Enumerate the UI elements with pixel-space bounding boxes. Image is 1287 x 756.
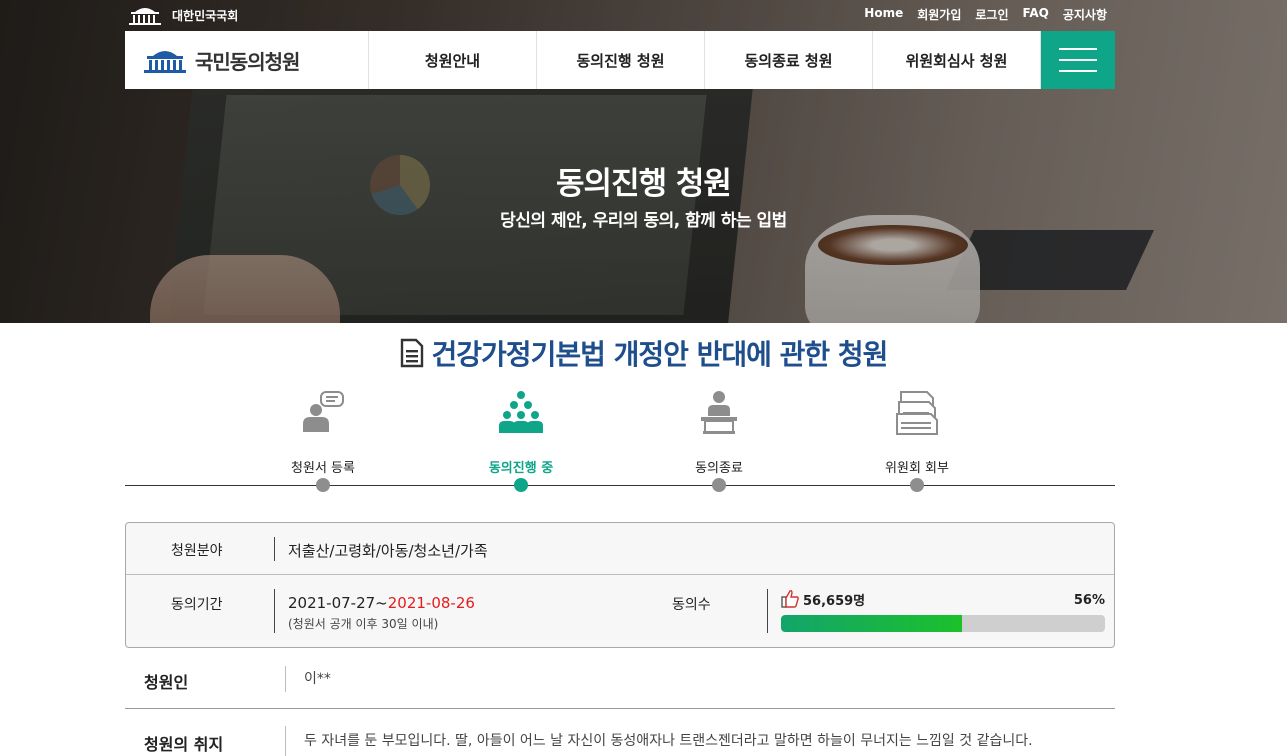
nav-item-closed[interactable]: 동의종료 청원 (705, 31, 873, 89)
assembly-logo[interactable]: 대한민국국회 (127, 4, 238, 26)
document-stack-icon (896, 391, 938, 435)
step-label: 청원서 등록 (291, 461, 355, 476)
petitioner-value: 이** (304, 671, 331, 687)
step-label: 동의진행 중 (488, 461, 554, 476)
period-note: (청원서 공개 이후 30일 이내) (288, 617, 439, 631)
step-dot (316, 478, 330, 492)
agree-count: 56,659명 (781, 589, 865, 609)
divider (767, 589, 768, 633)
speaker-bubble-icon (303, 391, 344, 432)
agree-progress-fill (781, 615, 963, 632)
divider (285, 666, 286, 692)
agree-label: 동의수 (672, 597, 711, 613)
agree-progress-bar (781, 615, 1105, 632)
info-row-period: 동의기간 2021-07-27~2021-08-26 (청원서 공개 이후 30… (126, 575, 1114, 647)
assembly-building-icon (129, 8, 161, 25)
step-register: 청원서 등록 (243, 388, 403, 492)
purpose-value: 두 자녀를 둔 부모입니다. 딸, 아들이 어느 날 자신이 동성애자나 트랜스… (304, 733, 1033, 749)
util-link-faq[interactable]: FAQ (1023, 6, 1049, 23)
hamburger-line (1059, 70, 1097, 72)
period-start: 2021-07-27~ (288, 594, 388, 612)
util-link-signup[interactable]: 회원가입 (917, 6, 961, 23)
step-label: 동의종료 (695, 461, 743, 476)
steps-line (125, 485, 1115, 486)
hero-title: 동의진행 청원 (556, 166, 732, 202)
period-value: 2021-07-27~2021-08-26 (288, 594, 475, 612)
step-dot (514, 478, 528, 492)
info-row-field: 청원분야 저출산/고령화/아동/청소년/가족 (126, 523, 1114, 575)
assembly-name: 대한민국국회 (172, 8, 239, 23)
agree-count-value: 56,659명 (803, 593, 866, 609)
hamburger-line (1059, 48, 1097, 50)
divider (274, 537, 275, 561)
purpose-label: 청원의 취지 (144, 735, 224, 754)
nav-item-ongoing[interactable]: 동의진행 청원 (537, 31, 705, 89)
period-label: 동의기간 (171, 597, 223, 613)
brand-logo[interactable]: 국민동의청원 (125, 31, 369, 89)
divider (285, 726, 286, 756)
purpose-row: 청원의 취지 두 자녀를 둔 부모입니다. 딸, 아들이 어느 날 자신이 동성… (125, 710, 1115, 756)
nav-item-guide[interactable]: 청원안내 (369, 31, 537, 89)
step-dot (712, 478, 726, 492)
period-end: 2021-08-26 (387, 594, 475, 612)
progress-steps: 청원서 등록 동의진행 중 동의종료 위원회 회부 (125, 388, 1115, 498)
crowd-icon (499, 391, 543, 433)
step-ongoing: 동의진행 중 (441, 388, 601, 492)
nav-item-committee[interactable]: 위원회심사 청원 (873, 31, 1041, 89)
field-value: 저출산/고령화/아동/청소년/가족 (288, 542, 488, 560)
hamburger-line (1059, 59, 1097, 61)
petition-heading: 건강가정기본법 개정안 반대에 관한 청원 (0, 333, 1287, 373)
util-link-notice[interactable]: 공지사항 (1063, 6, 1107, 23)
main-nav: 국민동의청원 청원안내 동의진행 청원 동의종료 청원 위원회심사 청원 (125, 31, 1115, 89)
document-icon (400, 338, 423, 368)
petitioner-label: 청원인 (144, 673, 189, 692)
brand-name: 국민동의청원 (195, 49, 300, 74)
step-closed: 동의종료 (639, 388, 799, 492)
podium-person-icon (701, 391, 737, 434)
util-links: Home 회원가입 로그인 FAQ 공지사항 (864, 6, 1107, 23)
agree-percent: 56% (1073, 593, 1105, 608)
field-label: 청원분야 (171, 543, 223, 559)
step-label: 위원회 회부 (885, 461, 949, 476)
assembly-dome-icon (144, 51, 186, 73)
step-dot (910, 478, 924, 492)
divider (274, 589, 275, 633)
utility-bar: 대한민국국회 Home 회원가입 로그인 FAQ 공지사항 (125, 0, 1115, 31)
util-link-home[interactable]: Home (864, 6, 903, 23)
petition-title: 건강가정기본법 개정안 반대에 관한 청원 (431, 338, 889, 371)
hero-subtitle: 당신의 제안, 우리의 동의, 함께 하는 입법 (500, 211, 787, 231)
util-link-login[interactable]: 로그인 (975, 6, 1008, 23)
petition-info-box: 청원분야 저출산/고령화/아동/청소년/가족 동의기간 2021-07-27~2… (125, 522, 1115, 648)
step-committee: 위원회 회부 (837, 388, 997, 492)
petitioner-row: 청원인 이** (125, 658, 1115, 709)
thumbs-up-icon (781, 590, 799, 608)
hamburger-menu-button[interactable] (1041, 31, 1115, 89)
